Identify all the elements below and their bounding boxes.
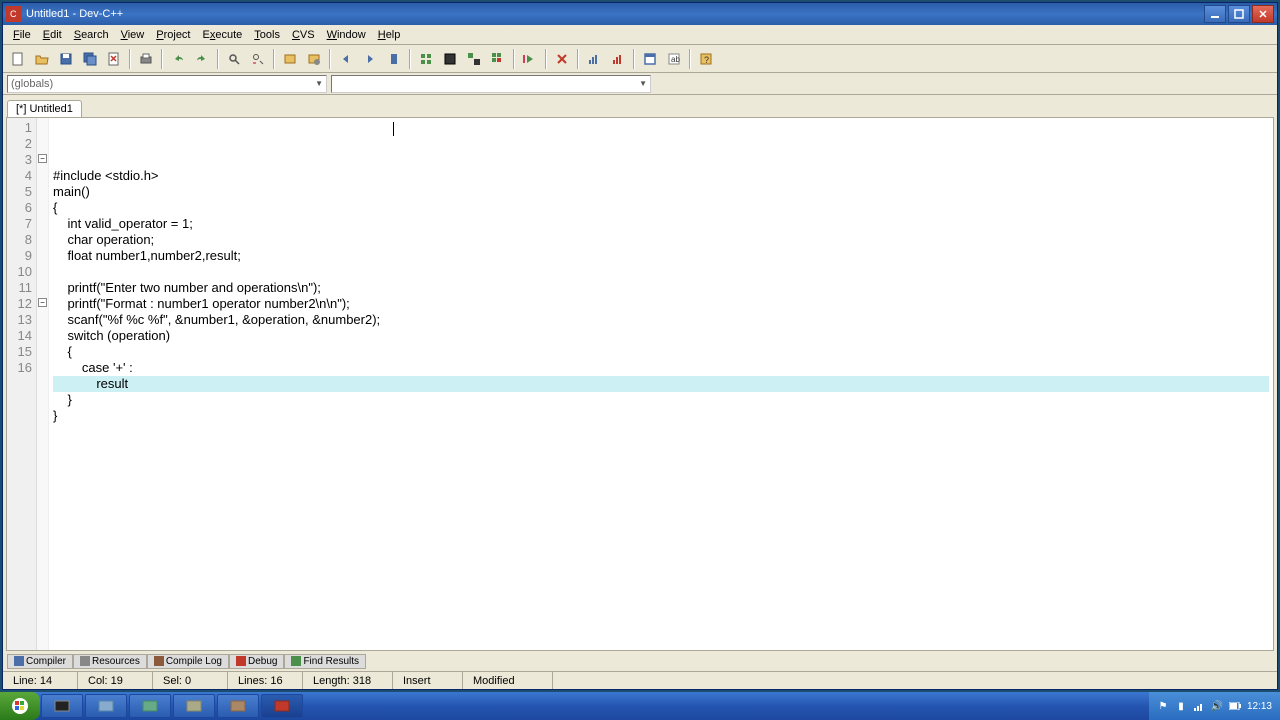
tray-clock[interactable]: 12:13 [1247, 701, 1272, 712]
line-gutter: 12345678910111213141516 [7, 118, 37, 650]
project-options-icon[interactable] [303, 48, 325, 70]
tab-compiler[interactable]: Compiler [7, 654, 73, 669]
goto-prev-icon[interactable] [335, 48, 357, 70]
tab-compile-log[interactable]: Compile Log [147, 654, 229, 669]
profile-icon[interactable] [583, 48, 605, 70]
editor-tab[interactable]: [*] Untitled1 [7, 100, 82, 117]
taskbar-item[interactable] [173, 694, 215, 718]
menu-view[interactable]: View [115, 28, 151, 42]
menu-file[interactable]: File [7, 28, 37, 42]
taskbar: ⚑ ▮ 🔊 12:13 [0, 692, 1280, 720]
svg-text:?: ? [704, 55, 709, 65]
scope-combo[interactable]: (globals)▼ [7, 75, 327, 93]
menu-window[interactable]: Window [321, 28, 372, 42]
tray-volume-icon[interactable]: 🔊 [1211, 700, 1223, 712]
goto-next-icon[interactable] [359, 48, 381, 70]
status-sel: Sel: 0 [153, 672, 228, 689]
menubar: File Edit Search View Project Execute To… [3, 25, 1277, 45]
menu-help[interactable]: Help [372, 28, 407, 42]
undo-icon[interactable] [167, 48, 189, 70]
tray-battery-icon[interactable] [1229, 700, 1241, 712]
replace-icon[interactable] [247, 48, 269, 70]
insert-icon[interactable]: ab [663, 48, 685, 70]
combo-toolbar: (globals)▼ ▼ [3, 73, 1277, 95]
tab-resources[interactable]: Resources [73, 654, 147, 669]
tab-find-results[interactable]: Find Results [284, 654, 366, 669]
menu-search[interactable]: Search [68, 28, 115, 42]
status-col: Col: 19 [78, 672, 153, 689]
toggle-bookmark-icon[interactable] [383, 48, 405, 70]
menu-edit[interactable]: Edit [37, 28, 68, 42]
profile2-icon[interactable] [607, 48, 629, 70]
taskbar-item[interactable] [85, 694, 127, 718]
taskbar-item[interactable] [41, 694, 83, 718]
new-window-icon[interactable] [639, 48, 661, 70]
menu-cvs[interactable]: CVS [286, 28, 321, 42]
status-length: Length: 318 [303, 672, 393, 689]
window-title: Untitled1 - Dev-C++ [26, 8, 123, 20]
close-file-icon[interactable] [103, 48, 125, 70]
tab-debug[interactable]: Debug [229, 654, 284, 669]
tray-signal-icon[interactable] [1193, 700, 1205, 712]
compile-icon[interactable] [415, 48, 437, 70]
run-icon[interactable] [439, 48, 461, 70]
svg-text:C: C [10, 9, 17, 19]
svg-text:ab: ab [671, 55, 680, 64]
bottom-panel-tabs: Compiler Resources Compile Log Debug Fin… [3, 651, 1277, 671]
new-project-icon[interactable] [279, 48, 301, 70]
fold-toggle-icon[interactable]: − [38, 298, 47, 307]
tray-flag-icon[interactable]: ⚑ [1157, 700, 1169, 712]
tray-network-icon[interactable]: ▮ [1175, 700, 1187, 712]
menu-project[interactable]: Project [150, 28, 196, 42]
text-cursor-icon [393, 122, 394, 136]
status-mode: Insert [393, 672, 463, 689]
function-combo[interactable]: ▼ [331, 75, 651, 93]
status-lines: Lines: 16 [228, 672, 303, 689]
code-area[interactable]: #include <stdio.h>main(){ int valid_oper… [49, 118, 1273, 650]
fold-column: − − [37, 118, 49, 650]
menu-tools[interactable]: Tools [248, 28, 286, 42]
redo-icon[interactable] [191, 48, 213, 70]
compile-run-icon[interactable] [463, 48, 485, 70]
taskbar-item[interactable] [129, 694, 171, 718]
fold-toggle-icon[interactable]: − [38, 154, 47, 163]
status-modified: Modified [463, 672, 553, 689]
status-line: Line: 14 [3, 672, 78, 689]
statusbar: Line: 14 Col: 19 Sel: 0 Lines: 16 Length… [3, 671, 1277, 689]
editor-area: 12345678910111213141516 − − #include <st… [6, 117, 1274, 651]
start-button[interactable] [0, 692, 40, 720]
open-icon[interactable] [31, 48, 53, 70]
rebuild-icon[interactable] [487, 48, 509, 70]
save-all-icon[interactable] [79, 48, 101, 70]
new-file-icon[interactable] [7, 48, 29, 70]
save-icon[interactable] [55, 48, 77, 70]
debug-icon[interactable] [519, 48, 541, 70]
menu-execute[interactable]: Execute [197, 28, 249, 42]
app-icon: C [6, 6, 22, 22]
editor-tabbar: [*] Untitled1 [3, 95, 1277, 117]
toolbar-main: ab ? [3, 45, 1277, 73]
close-button[interactable] [1252, 5, 1274, 23]
help-icon[interactable]: ? [695, 48, 717, 70]
taskbar-item[interactable] [217, 694, 259, 718]
taskbar-item-active[interactable] [261, 694, 303, 718]
minimize-button[interactable] [1204, 5, 1226, 23]
system-tray: ⚑ ▮ 🔊 12:13 [1149, 692, 1280, 720]
find-icon[interactable] [223, 48, 245, 70]
stop-icon[interactable] [551, 48, 573, 70]
app-window: C Untitled1 - Dev-C++ File Edit Search V… [2, 2, 1278, 690]
maximize-button[interactable] [1228, 5, 1250, 23]
print-icon[interactable] [135, 48, 157, 70]
titlebar: C Untitled1 - Dev-C++ [3, 3, 1277, 25]
